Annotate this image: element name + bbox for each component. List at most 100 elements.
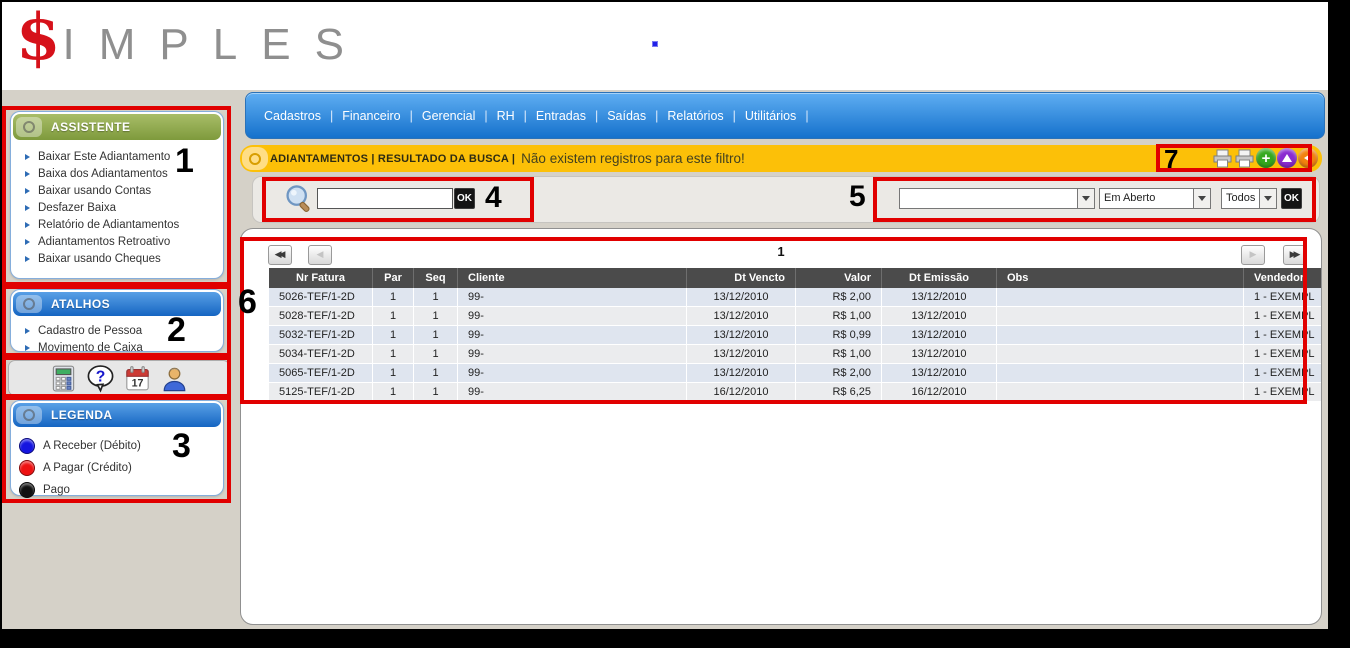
cell-par: 1 (373, 288, 414, 307)
assistente-header: ASSISTENTE (13, 114, 221, 140)
cell-vendedor: 1 - EXEMPL (1244, 383, 1322, 402)
cell-par: 1 (373, 383, 414, 402)
atalhos-panel: ATALHOS Cadastro de Pessoa Movimento de … (10, 289, 224, 352)
calculator-icon[interactable] (50, 365, 77, 392)
cell-dt-emissao: 13/12/2010 (882, 326, 997, 345)
panel-badge-icon (16, 117, 42, 137)
up-icon[interactable] (1277, 148, 1297, 168)
table-row[interactable]: 5034-TEF/1-2D 1 1 99- 13/12/2010 R$ 1,00… (269, 345, 1322, 364)
main-menu-bar: Cadastros | Financeiro | Gerencial | RH … (245, 92, 1325, 139)
bullet-icon (25, 188, 30, 194)
pagination-next-button[interactable]: ▶ (1241, 245, 1265, 265)
legend-label: A Receber (Débito) (43, 440, 141, 452)
menu-bar-item[interactable]: Saídas (607, 109, 646, 123)
atalhos-header: ATALHOS (13, 292, 221, 316)
table-row[interactable]: 5125-TEF/1-2D 1 1 99- 16/12/2010 R$ 6,25… (269, 383, 1322, 402)
menu-bar-item[interactable]: Cadastros (264, 109, 321, 123)
menu-separator: | (484, 109, 487, 123)
filter-select-scope[interactable]: Todos (1221, 188, 1277, 209)
svg-text:17: 17 (131, 377, 143, 389)
search-input[interactable] (317, 188, 453, 209)
cell-par: 1 (373, 364, 414, 383)
table-header-row: Nr Fatura Par Seq Cliente Dt Vencto Valo… (269, 268, 1322, 288)
cell-cliente: 99- (458, 326, 687, 345)
sidebar-menu-item[interactable]: Baixar usando Contas (15, 182, 219, 199)
chevron-down-icon[interactable] (1259, 189, 1276, 208)
bullet-icon (25, 328, 30, 334)
header-nr-fatura: Nr Fatura (269, 268, 373, 288)
menu-item-label: Adiantamentos Retroativo (38, 236, 170, 248)
sidebar-menu-item[interactable]: Desfazer Baixa (15, 199, 219, 216)
assistente-title: ASSISTENTE (51, 120, 130, 134)
cell-dt-vencto: 13/12/2010 (687, 326, 796, 345)
table-row[interactable]: 5065-TEF/1-2D 1 1 99- 13/12/2010 R$ 2,00… (269, 364, 1322, 383)
menu-bar-item[interactable]: Financeiro (342, 109, 400, 123)
legend-item: A Pagar (Crédito) (19, 457, 217, 479)
sidebar-menu-item[interactable]: Baixar Este Adiantamento (15, 148, 219, 165)
svg-text:?: ? (95, 368, 105, 385)
search-ok-button[interactable]: OK (454, 188, 475, 209)
print-icon[interactable] (1212, 149, 1233, 168)
cell-seq: 1 (414, 383, 458, 402)
atalhos-title: ATALHOS (51, 297, 110, 311)
back-icon[interactable] (1298, 148, 1318, 168)
sidebar-menu-item[interactable]: Relatório de Adiantamentos (15, 216, 219, 233)
user-icon[interactable] (160, 364, 189, 393)
filter-ok-button[interactable]: OK (1281, 188, 1302, 209)
calendar-icon[interactable]: 17 (124, 365, 151, 392)
header-seq: Seq (414, 268, 458, 288)
cell-obs (997, 288, 1244, 307)
sidebar-menu-item[interactable]: Baixa dos Adiantamentos (15, 165, 219, 182)
filter-select-1[interactable] (899, 188, 1095, 209)
legend-label: Pago (43, 484, 70, 496)
menu-item-label: Desfazer Baixa (38, 202, 116, 214)
menu-item-label: Baixar usando Contas (38, 185, 151, 197)
cell-vendedor: 1 - EXEMPL (1244, 364, 1322, 383)
chevron-down-icon[interactable] (1077, 189, 1094, 208)
cell-dt-emissao: 13/12/2010 (882, 288, 997, 307)
cell-par: 1 (373, 307, 414, 326)
cell-obs (997, 383, 1244, 402)
sidebar-menu-item[interactable]: Baixar usando Cheques (15, 250, 219, 267)
panel-badge-icon (16, 295, 42, 313)
table-row[interactable]: 5032-TEF/1-2D 1 1 99- 13/12/2010 R$ 0,99… (269, 326, 1322, 345)
pagination-last-button[interactable]: ▶▶ (1283, 245, 1307, 265)
filter-select-scope-value: Todos (1226, 192, 1255, 204)
sidebar-menu-item[interactable]: Adiantamentos Retroativo (15, 233, 219, 250)
menu-bar-item[interactable]: Relatórios (667, 109, 723, 123)
status-message: Não existem registros para este filtro! (521, 151, 745, 166)
sidebar-menu-item[interactable]: Cadastro de Pessoa (15, 322, 219, 339)
sidebar-menu-item[interactable]: Movimento de Caixa (15, 339, 219, 356)
cell-valor: R$ 2,00 (796, 288, 882, 307)
cell-cliente: 99- (458, 288, 687, 307)
bullet-icon (25, 171, 30, 177)
bullet-icon (25, 205, 30, 211)
menu-bar-item[interactable]: Gerencial (422, 109, 476, 123)
legend-color-dot (19, 460, 35, 476)
cell-par: 1 (373, 345, 414, 364)
legend-list: A Receber (Débito) A Pagar (Crédito) Pag… (11, 429, 223, 505)
menu-bar-item[interactable]: Utilitários (745, 109, 796, 123)
menu-bar-item[interactable]: Entradas (536, 109, 586, 123)
header-vendedor: Vendedor (1244, 268, 1322, 288)
search-icon[interactable] (283, 183, 315, 220)
filter-select-status[interactable]: Em Aberto (1099, 188, 1211, 209)
filter-toolbar: OK Em Aberto Todos OK (252, 176, 1320, 223)
menu-bar-item[interactable]: RH (497, 109, 515, 123)
menu-separator: | (410, 109, 413, 123)
cell-vendedor: 1 - EXEMPL (1244, 288, 1322, 307)
cell-dt-emissao: 13/12/2010 (882, 307, 997, 326)
table-row[interactable]: 5026-TEF/1-2D 1 1 99- 13/12/2010 R$ 2,00… (269, 288, 1322, 307)
legend-item: A Receber (Débito) (19, 435, 217, 457)
add-icon[interactable]: + (1256, 148, 1276, 168)
table-row[interactable]: 5028-TEF/1-2D 1 1 99- 13/12/2010 R$ 1,00… (269, 307, 1322, 326)
bullet-icon (25, 239, 30, 245)
results-panel: ◀◀ ◀ 1 ▶ ▶▶ Nr Fatura Par Seq Cliente Dt… (240, 228, 1322, 625)
pagination-page-number: 1 (241, 244, 1321, 259)
print-alt-icon[interactable] (1234, 149, 1255, 168)
chevron-down-icon[interactable] (1193, 189, 1210, 208)
help-icon[interactable]: ? (86, 364, 115, 393)
menu-separator: | (330, 109, 333, 123)
bullet-icon (25, 345, 30, 351)
cell-obs (997, 345, 1244, 364)
